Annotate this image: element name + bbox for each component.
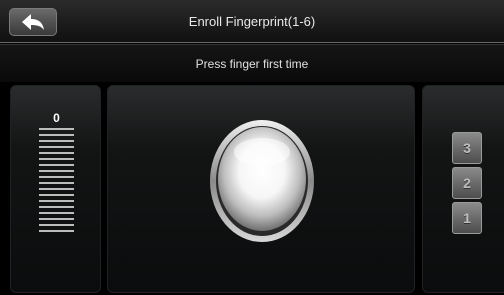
quality-bar bbox=[39, 206, 74, 208]
prompt-bar: Press finger first time bbox=[0, 44, 504, 82]
quality-bar bbox=[39, 218, 74, 220]
quality-bar bbox=[39, 224, 74, 226]
quality-bar bbox=[39, 146, 74, 148]
quality-bar bbox=[39, 128, 74, 130]
quality-meter bbox=[39, 128, 74, 236]
step-2-indicator: 2 bbox=[452, 167, 482, 199]
quality-bar bbox=[39, 140, 74, 142]
step-1-indicator: 1 bbox=[452, 202, 482, 234]
quality-bar bbox=[39, 194, 74, 196]
enroll-fingerprint-screen: Enroll Fingerprint(1-6) Press finger fir… bbox=[0, 0, 504, 295]
progress-panel: 3 2 1 bbox=[422, 85, 504, 293]
quality-bar bbox=[39, 182, 74, 184]
fingerprint-sensor-icon bbox=[210, 120, 314, 242]
enroll-steps: 3 2 1 bbox=[452, 132, 482, 237]
quality-bar bbox=[39, 152, 74, 154]
quality-bar bbox=[39, 230, 74, 232]
step-3-indicator: 3 bbox=[452, 132, 482, 164]
page-title: Enroll Fingerprint(1-6) bbox=[188, 14, 316, 29]
quality-bar bbox=[39, 176, 74, 178]
quality-bar bbox=[39, 200, 74, 202]
quality-panel: 0 bbox=[10, 85, 101, 293]
sensor-panel bbox=[107, 85, 415, 293]
quality-bar bbox=[39, 164, 74, 166]
title-bar: Enroll Fingerprint(1-6) bbox=[0, 0, 504, 43]
quality-bar bbox=[39, 212, 74, 214]
prompt-text: Press finger first time bbox=[195, 57, 309, 71]
quality-bar bbox=[39, 170, 74, 172]
quality-bar bbox=[39, 134, 74, 136]
quality-bar bbox=[39, 188, 74, 190]
quality-bar bbox=[39, 158, 74, 160]
quality-value: 0 bbox=[53, 111, 60, 125]
